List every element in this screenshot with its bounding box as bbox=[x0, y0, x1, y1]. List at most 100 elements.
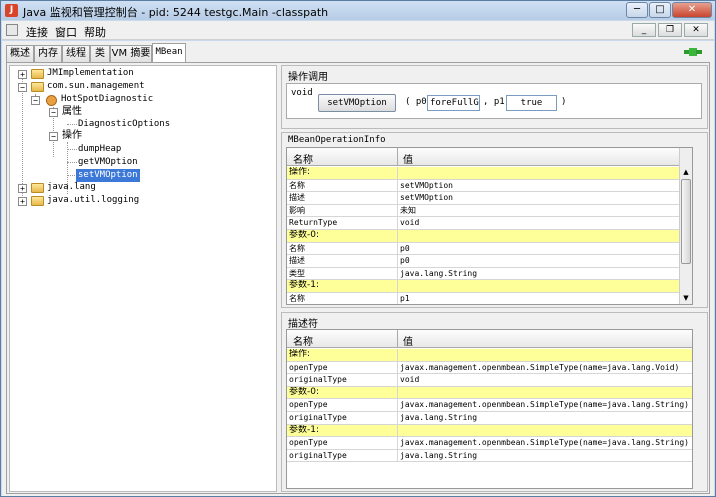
operation-invocation-section: 操作调用 void setVMOption ( p0 foreFullGC , … bbox=[281, 65, 708, 129]
table-row[interactable]: openType javax.management.openmbean.Simpl… bbox=[287, 399, 692, 412]
mbean-panel: + JMImplementation − com.sun.management … bbox=[6, 62, 710, 494]
cell-value: javax.management.openmbean.SimpleType(na… bbox=[400, 400, 689, 410]
cell-name: openType bbox=[289, 362, 328, 372]
tab-threads[interactable]: 线程 bbox=[62, 45, 90, 63]
expand-icon[interactable]: + bbox=[18, 184, 27, 193]
cell-value: javax.management.openmbean.SimpleType(na… bbox=[400, 438, 689, 448]
close-button[interactable]: ✕ bbox=[672, 2, 712, 18]
cell-name: originalType bbox=[289, 375, 347, 385]
column-header-value: 值 bbox=[403, 155, 413, 166]
tab-mbean[interactable]: MBean bbox=[152, 43, 186, 63]
frame-close-button[interactable]: ✕ bbox=[684, 23, 708, 37]
table-row[interactable]: originalType java.lang.String bbox=[287, 412, 692, 425]
tree-guide bbox=[67, 162, 77, 163]
tree-node-com-sun-management[interactable]: com.sun.management bbox=[47, 80, 145, 93]
cell-name: 参数-1: bbox=[289, 280, 320, 291]
table-row[interactable]: 名称 p1 bbox=[287, 293, 692, 304]
collapse-icon[interactable]: − bbox=[18, 83, 27, 92]
menu-window[interactable]: 窗口 bbox=[55, 24, 77, 40]
cell-name: originalType bbox=[289, 413, 347, 422]
cell-name: 参数-0: bbox=[289, 386, 320, 397]
table-row[interactable]: ReturnType void bbox=[287, 217, 692, 230]
scroll-thumb[interactable] bbox=[681, 179, 691, 264]
cell-value: setVMOption bbox=[400, 180, 453, 190]
column-header-name: 名称 bbox=[293, 337, 313, 348]
menu-help[interactable]: 帮助 bbox=[84, 24, 106, 40]
table-row[interactable]: originalType java.lang.String bbox=[287, 449, 692, 463]
cell-name: ReturnType bbox=[289, 218, 338, 228]
table-row[interactable]: openType javax.management.openmbean.Simpl… bbox=[287, 437, 692, 450]
table-row[interactable]: 参数-0: bbox=[287, 386, 692, 400]
cell-value: java.lang.String bbox=[400, 413, 478, 422]
folder-icon bbox=[31, 69, 44, 79]
frame-restore-button[interactable]: ❐ bbox=[658, 23, 682, 37]
folder-icon bbox=[31, 183, 44, 193]
cell-value: java.lang.String bbox=[400, 268, 478, 278]
folder-icon bbox=[31, 82, 44, 92]
cell-name: 描述 bbox=[289, 256, 305, 266]
invoke-setvmoption-button[interactable]: setVMOption bbox=[318, 94, 396, 112]
column-header-name: 名称 bbox=[293, 155, 313, 166]
tree-guide bbox=[67, 124, 77, 125]
tree-guide bbox=[22, 74, 23, 198]
scroll-up-icon[interactable]: ▲ bbox=[680, 166, 692, 178]
scroll-down-icon[interactable]: ▼ bbox=[680, 292, 692, 304]
cell-value: 未知 bbox=[400, 205, 416, 215]
cell-value: void bbox=[400, 218, 420, 228]
expand-icon[interactable]: + bbox=[18, 197, 27, 206]
tree-node-java-util-logging[interactable]: java.util.logging bbox=[47, 194, 139, 207]
main-content: 概述 内存 线程 类 VM 摘要 MBean + JMImplementatio… bbox=[2, 41, 714, 496]
operation-box: void setVMOption ( p0 foreFullGC , p1 tr… bbox=[286, 83, 702, 119]
collapse-icon[interactable]: − bbox=[49, 108, 58, 117]
tab-classes[interactable]: 类 bbox=[90, 45, 110, 63]
table-row[interactable]: originalType void bbox=[287, 374, 692, 387]
table-row[interactable]: 参数-1: bbox=[287, 280, 692, 293]
table-row[interactable]: 名称 setVMOption bbox=[287, 179, 692, 193]
operation-info-table: 名称 值 操作: 名称 setVMOption 描述 setVMOption 影响 未知 Re… bbox=[286, 147, 693, 305]
table-row[interactable]: 操作: bbox=[287, 167, 692, 180]
title-bar[interactable]: J Java 监视和管理控制台 - pid: 5244 testgc.Main … bbox=[1, 1, 715, 20]
tree-node-dumpheap[interactable]: dumpHeap bbox=[78, 143, 121, 156]
internal-frame-icon[interactable] bbox=[6, 24, 18, 36]
window-title: Java 监视和管理控制台 - pid: 5244 testgc.Main -c… bbox=[23, 6, 329, 19]
minimize-button[interactable]: ─ bbox=[626, 2, 648, 18]
plug-connected-icon bbox=[684, 48, 702, 56]
menu-connection[interactable]: 连接 bbox=[26, 24, 48, 40]
table-row[interactable]: 影响 未知 bbox=[287, 204, 692, 218]
collapse-icon[interactable]: − bbox=[31, 96, 40, 105]
tree-node-operations[interactable]: 操作 bbox=[62, 129, 82, 142]
collapse-icon[interactable]: − bbox=[49, 132, 58, 141]
table-row[interactable]: 类型 java.lang.String bbox=[287, 267, 692, 281]
tree-node-diagnosticoptions[interactable]: DiagnosticOptions bbox=[78, 118, 170, 131]
folder-icon bbox=[31, 196, 44, 206]
tree-node-getvmoption[interactable]: getVMOption bbox=[78, 156, 138, 169]
cell-value: p0 bbox=[400, 243, 410, 253]
table-row[interactable]: 参数-0: bbox=[287, 230, 692, 243]
maximize-button[interactable]: □ bbox=[649, 2, 671, 18]
cell-name: 名称 bbox=[289, 180, 305, 190]
return-type-label: void bbox=[291, 88, 313, 98]
param-close-label: ) bbox=[561, 97, 567, 107]
p1-input[interactable]: true bbox=[506, 95, 557, 111]
frame-minimize-button[interactable]: _ bbox=[632, 23, 656, 37]
detail-pane: 操作调用 void setVMOption ( p0 foreFullGC , … bbox=[281, 65, 708, 492]
table-row[interactable]: 操作: bbox=[287, 349, 692, 362]
tree-node-jmimplementation[interactable]: JMImplementation bbox=[47, 67, 134, 80]
vertical-scrollbar[interactable]: ▲ ▼ bbox=[679, 148, 692, 304]
cell-name: 参数-0: bbox=[289, 230, 320, 240]
p0-input[interactable]: foreFullGC bbox=[427, 95, 480, 111]
tree-node-java-lang[interactable]: java.lang bbox=[47, 181, 96, 194]
tab-memory[interactable]: 内存 bbox=[34, 45, 62, 63]
cell-name: 影响 bbox=[289, 205, 305, 215]
expand-icon[interactable]: + bbox=[18, 70, 27, 79]
tree-node-attributes[interactable]: 属性 bbox=[62, 105, 82, 118]
table-row[interactable]: 描述 p0 bbox=[287, 255, 692, 268]
cell-name: 名称 bbox=[289, 294, 305, 303]
table-row[interactable]: openType javax.management.openmbean.Simpl… bbox=[287, 361, 692, 375]
tab-vm-summary[interactable]: VM 摘要 bbox=[110, 45, 152, 63]
table-row[interactable]: 参数-1: bbox=[287, 424, 692, 438]
table-row[interactable]: 名称 p0 bbox=[287, 242, 692, 256]
tab-overview[interactable]: 概述 bbox=[6, 45, 34, 63]
table-row[interactable]: 描述 setVMOption bbox=[287, 192, 692, 205]
java-icon: J bbox=[5, 4, 18, 17]
